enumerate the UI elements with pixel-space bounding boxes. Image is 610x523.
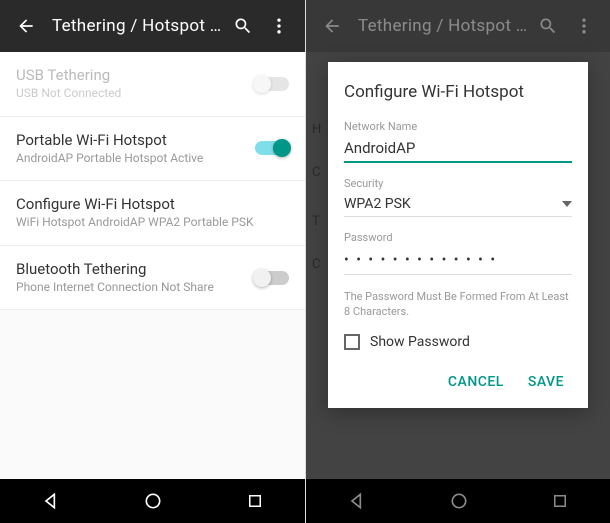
password-hint: The Password Must Be Formed From At Leas… bbox=[344, 289, 572, 320]
password-input[interactable] bbox=[344, 246, 572, 275]
show-password-checkbox[interactable]: Show Password bbox=[344, 334, 572, 350]
setting-title: Portable Wi-Fi Hotspot bbox=[16, 131, 255, 149]
nav-home[interactable] bbox=[143, 491, 163, 511]
screen-left: Tethering / Hotspot P... USB Tethering U… bbox=[0, 0, 305, 523]
security-select[interactable]: WPA2 PSK bbox=[344, 192, 572, 217]
circle-home-icon bbox=[143, 491, 163, 511]
more-vert-icon bbox=[269, 16, 289, 36]
dropdown-icon bbox=[562, 201, 572, 207]
overflow-button[interactable] bbox=[261, 8, 297, 44]
security-value: WPA2 PSK bbox=[344, 196, 562, 212]
bluetooth-tethering-switch[interactable] bbox=[255, 271, 289, 285]
configure-hotspot-dialog: Configure Wi-Fi Hotspot Network Name Sec… bbox=[328, 62, 588, 408]
back-button[interactable] bbox=[8, 8, 44, 44]
screen-right: Tethering / Hotspot P... H C T C Configu… bbox=[305, 0, 610, 523]
settings-list: USB Tethering USB Not Connected Portable… bbox=[0, 52, 305, 479]
setting-title: Bluetooth Tethering bbox=[16, 260, 255, 278]
setting-title: USB Tethering bbox=[16, 66, 255, 84]
search-button[interactable] bbox=[225, 8, 261, 44]
dialog-title: Configure Wi-Fi Hotspot bbox=[344, 82, 572, 102]
setting-usb-tethering: USB Tethering USB Not Connected bbox=[0, 52, 305, 117]
back-arrow-icon bbox=[16, 16, 36, 36]
password-label: Password bbox=[344, 231, 572, 244]
setting-title: Configure Wi-Fi Hotspot bbox=[16, 195, 289, 213]
checkbox-icon bbox=[344, 334, 360, 350]
setting-subtitle: AndroidAP Portable Hotspot Active bbox=[16, 151, 255, 167]
setting-subtitle: WiFi Hotspot AndroidAP WPA2 Portable PSK bbox=[16, 215, 289, 231]
usb-tethering-switch bbox=[255, 77, 289, 91]
triangle-back-icon bbox=[41, 491, 61, 511]
dialog-actions: CANCEL SAVE bbox=[344, 368, 572, 396]
nav-back[interactable] bbox=[41, 491, 61, 511]
cancel-button[interactable]: CANCEL bbox=[440, 368, 512, 396]
appbar-title: Tethering / Hotspot P... bbox=[52, 16, 225, 36]
setting-subtitle: USB Not Connected bbox=[16, 86, 255, 102]
search-icon bbox=[233, 16, 253, 36]
show-password-label: Show Password bbox=[370, 334, 470, 350]
setting-wifi-hotspot[interactable]: Portable Wi-Fi Hotspot AndroidAP Portabl… bbox=[0, 117, 305, 182]
appbar: Tethering / Hotspot P... bbox=[0, 0, 305, 52]
nav-recents[interactable] bbox=[246, 492, 264, 510]
network-name-input[interactable] bbox=[344, 135, 572, 163]
security-label: Security bbox=[344, 177, 572, 190]
setting-configure-hotspot[interactable]: Configure Wi-Fi Hotspot WiFi Hotspot And… bbox=[0, 181, 305, 246]
save-button[interactable]: SAVE bbox=[520, 368, 572, 396]
network-name-label: Network Name bbox=[344, 120, 572, 133]
setting-subtitle: Phone Internet Connection Not Share bbox=[16, 280, 255, 296]
navbar bbox=[0, 479, 305, 523]
square-recents-icon bbox=[246, 492, 264, 510]
wifi-hotspot-switch[interactable] bbox=[255, 141, 289, 155]
dialog-overlay[interactable]: Configure Wi-Fi Hotspot Network Name Sec… bbox=[306, 0, 610, 523]
setting-bluetooth-tethering[interactable]: Bluetooth Tethering Phone Internet Conne… bbox=[0, 246, 305, 311]
